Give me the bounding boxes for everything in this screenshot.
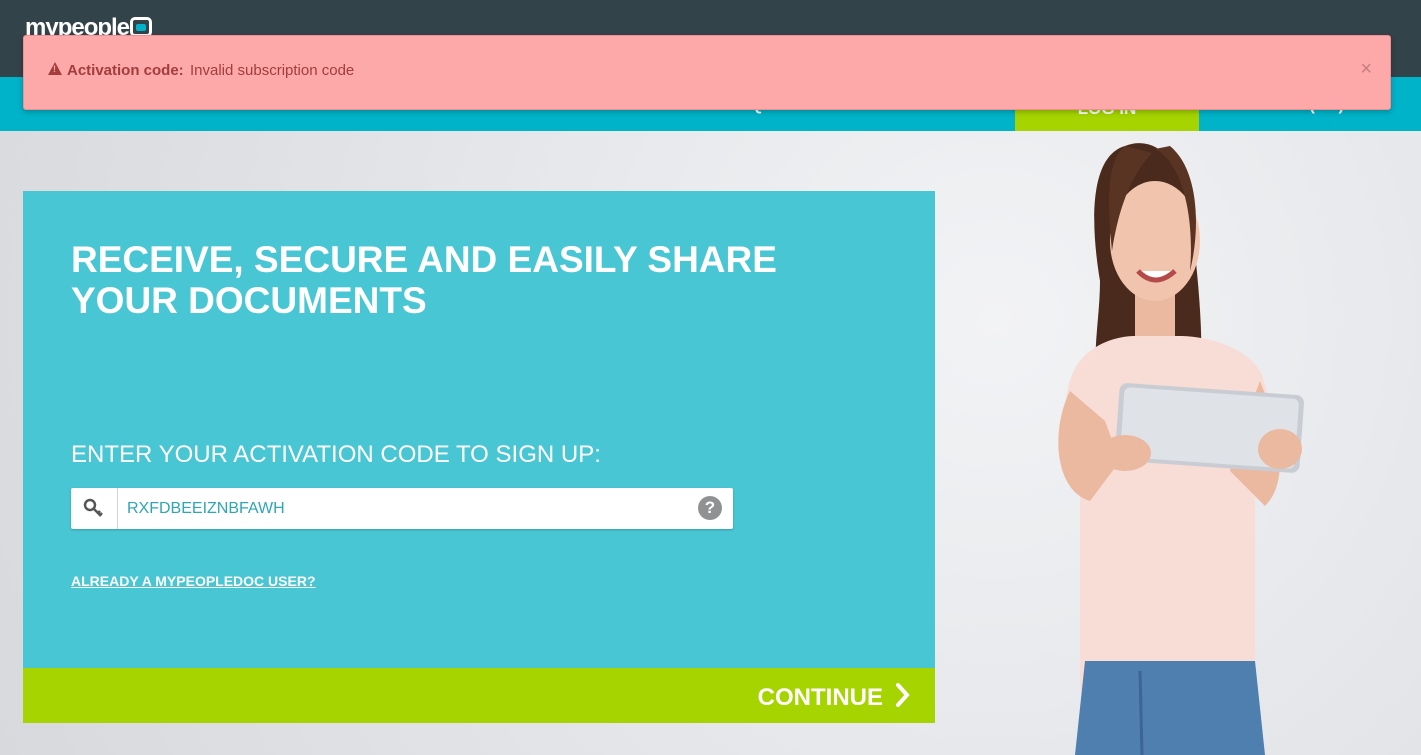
logo-mark-icon xyxy=(130,17,153,37)
chevron-right-icon xyxy=(896,683,910,707)
panel-title: RECEIVE, SECURE AND EASILY SHARE YOUR DO… xyxy=(71,239,777,321)
key-icon xyxy=(71,488,118,529)
question-circle-icon[interactable]: ? xyxy=(698,496,722,520)
already-user-link[interactable]: ALREADY A MYPEOPLEDOC USER? xyxy=(71,573,316,589)
activation-code-field: ? xyxy=(71,488,733,529)
warning-triangle-icon xyxy=(48,62,62,75)
alert-close-button[interactable]: × xyxy=(1360,58,1372,81)
error-alert: Activation code: Invalid subscription co… xyxy=(23,35,1391,110)
continue-button[interactable]: CONTINUE xyxy=(23,668,935,723)
alert-message: Invalid subscription code xyxy=(190,62,355,79)
activation-code-label: ENTER YOUR ACTIVATION CODE TO SIGN UP: xyxy=(71,441,601,468)
activation-code-input[interactable] xyxy=(127,488,687,529)
alert-title: Activation code: xyxy=(67,62,184,79)
woman-with-tablet-image xyxy=(1058,143,1304,755)
continue-label: CONTINUE xyxy=(757,684,883,711)
signup-panel: RECEIVE, SECURE AND EASILY SHARE YOUR DO… xyxy=(23,191,935,668)
